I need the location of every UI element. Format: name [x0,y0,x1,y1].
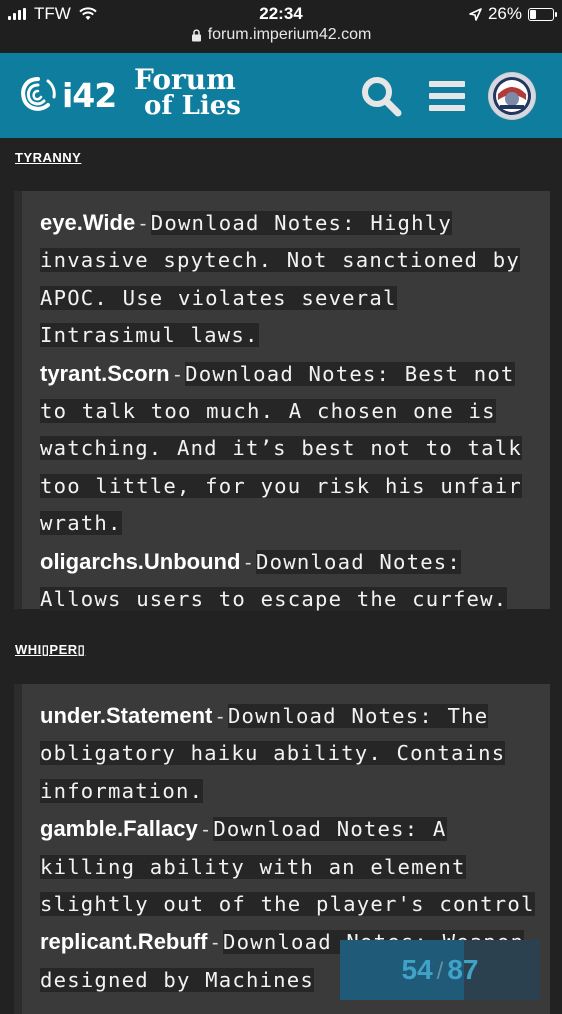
separator: - [174,363,181,386]
menu-button[interactable] [424,73,470,119]
progress-current: 54 [401,954,433,985]
location-arrow-icon [469,7,482,21]
status-right: 26% [469,4,557,24]
battery-icon [528,7,557,21]
separator: - [244,551,252,574]
status-bar: TFW 22:34 26% forum.imperium42.com [0,0,562,52]
progress-separator: / [436,958,444,985]
ability-list-tyranny: eye.Wide - Download Notes: Highly invasi… [14,191,550,612]
category-link-tyranny[interactable]: TYRANNY [15,150,81,165]
separator: - [216,706,224,728]
swirl-logo-icon [21,77,56,111]
list-item: oligarchs.Unbound - Download Notes: Allo… [40,544,540,620]
user-avatar[interactable] [488,72,536,120]
forum-of-lies-logo[interactable]: Forum of Lies [134,63,241,121]
ability-name: replicant.Rebuff [40,929,208,955]
topic-progress-label: 54/87 [340,954,540,986]
lock-icon [191,28,201,41]
battery-fill [530,9,537,19]
list-item: gamble.Fallacy - Download Notes: A killi… [40,811,540,924]
search-icon [362,77,402,117]
i42-logo[interactable]: i42 [18,75,117,115]
ability-name: under.Statement [40,703,213,728]
forum-logo-line2: of Lies [144,91,241,121]
category-link-whisper[interactable]: WHI▯PER▯ [15,642,85,658]
url-bar[interactable]: forum.imperium42.com [0,26,562,44]
separator: - [202,819,209,842]
url-text: forum.imperium42.com [207,26,372,43]
separator: - [139,213,147,235]
site-header: i42 Forum of Lies [0,53,562,138]
separator: - [211,932,219,955]
ability-note: Download Notes: Best not to talk too muc… [40,361,522,536]
list-item: tyrant.Scorn - Download Notes: Best not … [40,356,540,544]
ability-name: tyrant.Scorn [40,360,170,386]
list-item: under.Statement - Download Notes: The ob… [40,698,540,811]
ability-name: eye.Wide [40,210,136,235]
progress-total: 87 [447,954,479,985]
list-item: eye.Wide - Download Notes: Highly invasi… [40,205,540,356]
forum-logo-line1: Forum [134,63,236,96]
battery-percent: 26% [487,4,522,23]
i42-logo-text: i42 [62,75,117,115]
ability-name: oligarchs.Unbound [40,548,241,574]
topic-progress[interactable]: 54/87 [340,940,540,1000]
avatar-emblem-icon [489,73,535,119]
search-button[interactable] [358,73,404,119]
ability-name: gamble.Fallacy [40,816,198,842]
menu-icon [429,81,465,111]
